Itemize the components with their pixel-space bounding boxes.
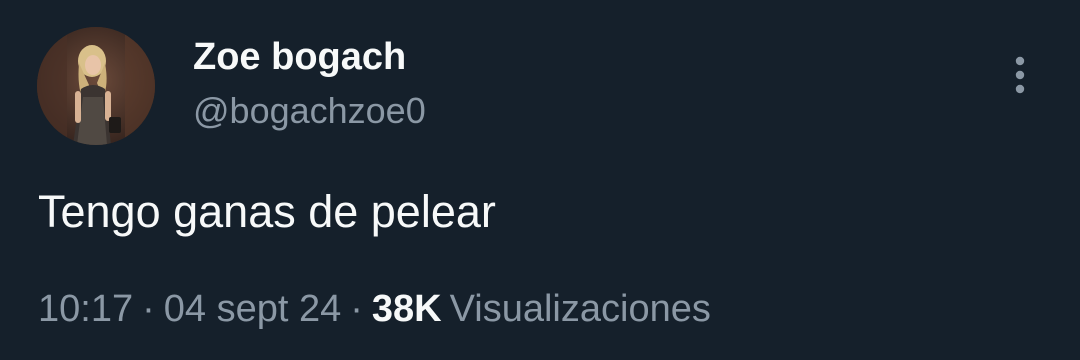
tweet-date[interactable]: 04 sept 24 — [164, 288, 341, 330]
views-count: 38K — [371, 288, 442, 330]
views-label: Visualizaciones — [449, 288, 711, 330]
display-name[interactable]: Zoe bogach — [193, 32, 406, 82]
tweet-text: Tengo ganas de pelear — [38, 186, 496, 237]
tweet-card: Zoe bogach @bogachzoe0 Tengo ganas de pe… — [0, 0, 1080, 360]
separator: · — [350, 288, 363, 330]
views-link[interactable]: 38K Visualizaciones — [372, 288, 711, 330]
more-options-button[interactable] — [1002, 52, 1038, 98]
user-handle[interactable]: @bogachzoe0 — [193, 88, 426, 134]
avatar[interactable] — [37, 27, 155, 145]
profile-photo-icon — [37, 27, 155, 145]
separator: · — [142, 288, 155, 330]
tweet-meta: 10:17 · 04 sept 24 · 38K Visualizaciones — [38, 284, 711, 334]
more-vertical-icon — [1015, 56, 1025, 94]
tweet-time[interactable]: 10:17 — [38, 288, 133, 330]
